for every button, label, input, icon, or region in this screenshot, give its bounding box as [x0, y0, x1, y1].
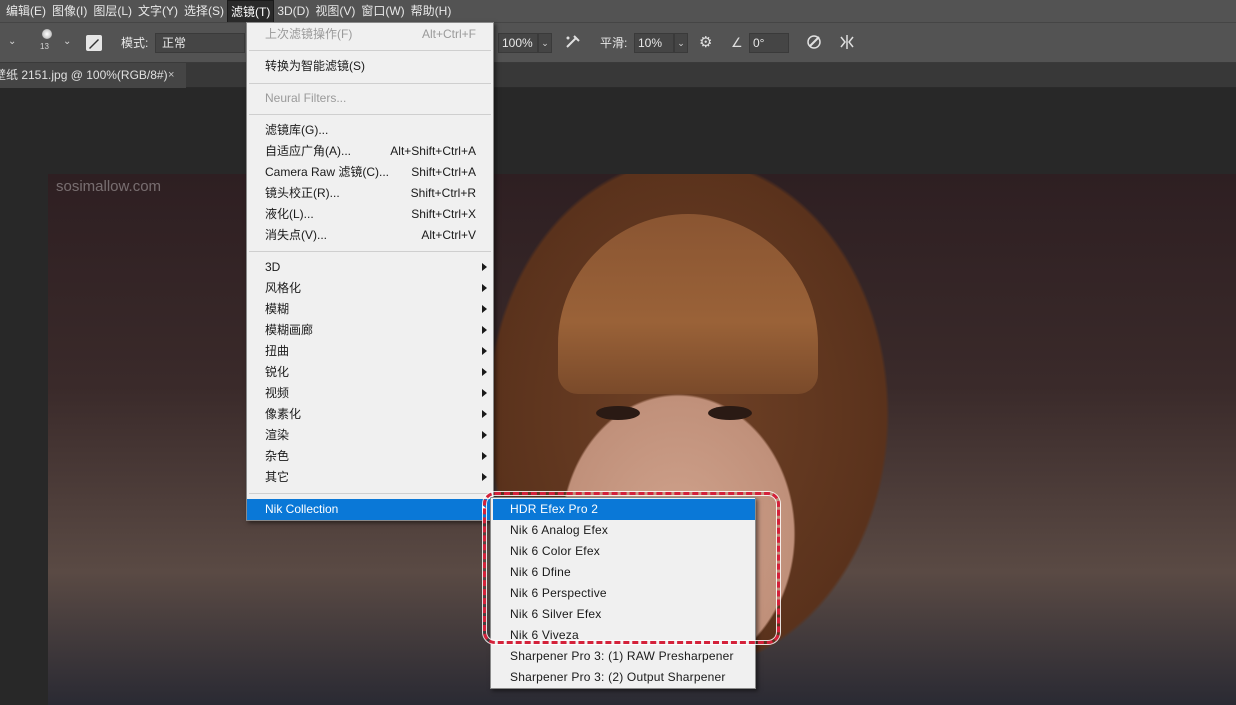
menu-edit[interactable]: 编辑(E)	[0, 0, 49, 22]
mode-select[interactable]: 正常	[155, 33, 245, 53]
submenu-arrow-icon	[482, 431, 487, 439]
menu-bar: 编辑(E) 图像(I) 图层(L) 文字(Y) 选择(S) 滤镜(T) 3D(D…	[0, 0, 1236, 22]
menu-item-noise[interactable]: 杂色	[247, 446, 493, 467]
submenu-item-output-sharpener[interactable]: Sharpener Pro 3: (2) Output Sharpener	[493, 667, 755, 688]
angle-field[interactable]: 0°	[749, 33, 789, 53]
menu-item-3d[interactable]: 3D	[247, 257, 493, 278]
document-tab-bar: 壁纸 2151.jpg @ 100%(RGB/8#) ×	[0, 63, 1236, 88]
smooth-field[interactable]: 10%	[634, 33, 674, 53]
submenu-item-raw-presharpener[interactable]: Sharpener Pro 3: (1) RAW Presharpener	[493, 646, 755, 667]
submenu-arrow-icon	[482, 284, 487, 292]
menu-3d[interactable]: 3D(D)	[274, 0, 312, 22]
menu-view[interactable]: 视图(V)	[312, 0, 358, 22]
menu-item-filter-gallery[interactable]: 滤镜库(G)...	[247, 120, 493, 141]
menu-separator	[249, 114, 491, 115]
menu-item-blur[interactable]: 模糊	[247, 299, 493, 320]
menu-type[interactable]: 文字(Y)	[135, 0, 181, 22]
menu-separator	[249, 50, 491, 51]
menu-help[interactable]: 帮助(H)	[408, 0, 455, 22]
menu-select[interactable]: 选择(S)	[181, 0, 227, 22]
menu-item-distort[interactable]: 扭曲	[247, 341, 493, 362]
menu-item-convert-smart-filter[interactable]: 转换为智能滤镜(S)	[247, 56, 493, 77]
menu-item-camera-raw[interactable]: Camera Raw 滤镜(C)... Shift+Ctrl+A	[247, 162, 493, 183]
smooth-label: 平滑:	[600, 36, 628, 50]
photo-left-eye	[596, 406, 640, 420]
flow-dropdown[interactable]: ⌄	[538, 33, 552, 53]
menu-item-sharpen[interactable]: 锐化	[247, 362, 493, 383]
menu-item-stylize[interactable]: 风格化	[247, 278, 493, 299]
photo-right-eye	[708, 406, 752, 420]
filter-menu: 上次滤镜操作(F) Alt+Ctrl+F 转换为智能滤镜(S) Neural F…	[246, 22, 494, 521]
smooth-dropdown[interactable]: ⌄	[674, 33, 688, 53]
menu-item-blur-gallery[interactable]: 模糊画廊	[247, 320, 493, 341]
menu-separator	[249, 251, 491, 252]
close-icon[interactable]: ×	[168, 63, 174, 88]
submenu-arrow-icon	[482, 389, 487, 397]
submenu-arrow-icon	[482, 368, 487, 376]
menu-filter[interactable]: 滤镜(T)	[227, 0, 275, 22]
menu-item-render[interactable]: 渲染	[247, 425, 493, 446]
pressure-icon[interactable]	[805, 33, 823, 57]
highlight-callout	[483, 492, 780, 644]
submenu-arrow-icon	[482, 326, 487, 334]
submenu-arrow-icon	[482, 473, 487, 481]
brush-preset-chevron-icon[interactable]: ⌄	[63, 36, 71, 47]
menu-window[interactable]: 窗口(W)	[358, 0, 407, 22]
flow-field[interactable]: 100%	[498, 33, 538, 53]
menu-item-vanishing-point[interactable]: 消失点(V)... Alt+Ctrl+V	[247, 225, 493, 246]
menu-separator	[249, 83, 491, 84]
brush-preset-icon[interactable]: 13	[40, 29, 56, 57]
submenu-arrow-icon	[482, 263, 487, 271]
photo-hair	[558, 214, 818, 394]
submenu-arrow-icon	[482, 347, 487, 355]
submenu-arrow-icon	[482, 305, 487, 313]
menu-item-last-filter[interactable]: 上次滤镜操作(F) Alt+Ctrl+F	[247, 24, 493, 45]
menu-item-pixelate[interactable]: 像素化	[247, 404, 493, 425]
menu-item-other[interactable]: 其它	[247, 467, 493, 488]
menu-item-neural-filters[interactable]: Neural Filters...	[247, 88, 493, 109]
document-tab[interactable]: 壁纸 2151.jpg @ 100%(RGB/8#) ×	[0, 63, 186, 88]
menu-layer[interactable]: 图层(L)	[90, 0, 135, 22]
pen-toggle-icon[interactable]	[86, 35, 102, 51]
gear-icon[interactable]: ⚙	[699, 33, 712, 53]
menu-item-liquify[interactable]: 液化(L)... Shift+Ctrl+X	[247, 204, 493, 225]
menu-item-lens-correction[interactable]: 镜头校正(R)... Shift+Ctrl+R	[247, 183, 493, 204]
document-tab-title: 壁纸 2151.jpg @ 100%(RGB/8#)	[0, 68, 168, 82]
mode-label: 模式:	[121, 36, 149, 50]
submenu-arrow-icon	[482, 452, 487, 460]
watermark: sosimallow.com	[56, 178, 162, 195]
airbrush-icon[interactable]	[564, 33, 582, 57]
menu-item-video[interactable]: 视频	[247, 383, 493, 404]
angle-icon: ∠	[731, 35, 743, 50]
menu-item-nik-collection[interactable]: Nik Collection	[247, 499, 493, 520]
options-bar: ⌄ 13 ⌄ 模式: 正常 100% ⌄ 平滑: 10% ⌄ ⚙ ∠ 0°	[0, 22, 1236, 63]
submenu-arrow-icon	[482, 410, 487, 418]
tool-preset-chevron-icon[interactable]: ⌄	[8, 36, 16, 47]
menu-separator	[249, 493, 491, 494]
symmetry-icon[interactable]	[838, 33, 856, 57]
menu-image[interactable]: 图像(I)	[49, 0, 90, 22]
menu-item-adaptive-wide-angle[interactable]: 自适应广角(A)... Alt+Shift+Ctrl+A	[247, 141, 493, 162]
